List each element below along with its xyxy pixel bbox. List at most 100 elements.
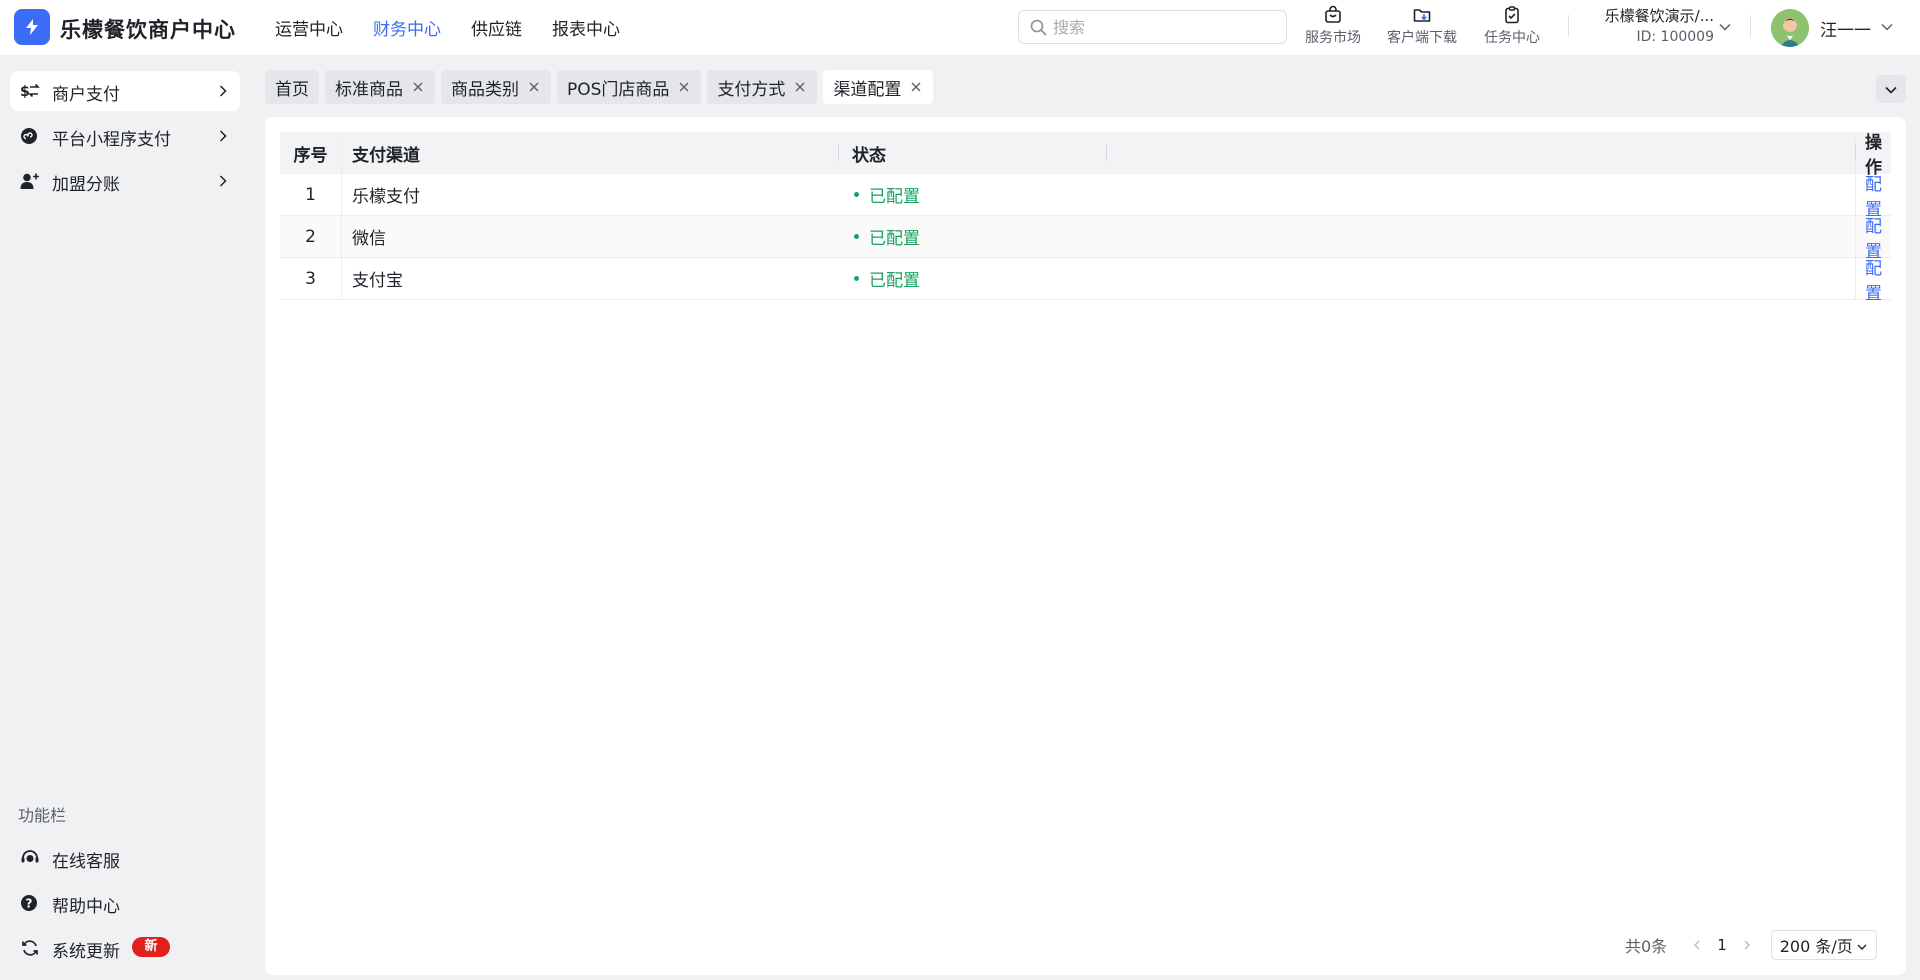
chevron-left-icon: [1694, 940, 1700, 950]
channel-table: 序号 支付渠道 状态 操作 1 乐檬支付 已配置 配置 2 微信 已配置 配置 …: [280, 132, 1891, 304]
chevron-right-icon: [219, 175, 227, 187]
status-badge: 已配置: [852, 174, 1082, 215]
cell-no: 2: [280, 216, 342, 257]
status-badge: 已配置: [852, 258, 1082, 299]
table-row: 1 乐檬支付 已配置 配置: [280, 174, 1891, 220]
tab-bar: 首页 标准商品 商品类别 POS门店商品 支付方式 渠道配置: [265, 70, 934, 104]
divider: [1568, 15, 1569, 37]
divider: [1750, 15, 1751, 37]
sidebar-item-miniprogram-payment[interactable]: 平台小程序支付: [10, 116, 240, 156]
tab-standard-products[interactable]: 标准商品: [325, 70, 435, 104]
col-header-no: 序号: [280, 132, 342, 174]
status-text: 已配置: [869, 271, 920, 291]
headset-icon: [21, 850, 39, 863]
task-center-label: 任务中心: [1484, 30, 1540, 46]
configure-link[interactable]: 配置: [1865, 216, 1891, 262]
sidebar-item-label: 帮助中心: [52, 897, 120, 917]
tab-label: POS门店商品: [567, 79, 670, 100]
tab-pos-store-products[interactable]: POS门店商品: [557, 70, 702, 104]
status-dot-icon: [854, 234, 859, 239]
page-size-select[interactable]: 200 条/页: [1770, 930, 1877, 960]
tab-product-categories[interactable]: 商品类别: [441, 70, 551, 104]
chevron-down-icon[interactable]: [1718, 20, 1732, 34]
sidebar-item-label: 加盟分账: [52, 175, 120, 195]
page-size-value: 200 条/页: [1779, 937, 1853, 956]
configure-link[interactable]: 配置: [1865, 174, 1891, 220]
sidebar-item-label: 在线客服: [52, 852, 120, 872]
svg-text:?: ?: [26, 897, 33, 911]
next-page-button[interactable]: [1737, 935, 1757, 955]
sidebar-item-merchant-payment[interactable]: $ 商户支付: [10, 71, 240, 111]
column-divider: [1106, 145, 1107, 161]
cell-channel: 乐檬支付: [352, 187, 420, 207]
status-badge: 已配置: [852, 216, 1082, 257]
add-user-icon: [20, 173, 39, 189]
tab-label: 标准商品: [335, 79, 403, 100]
sidebar-item-franchise-split[interactable]: 加盟分账: [10, 161, 240, 201]
task-center-button[interactable]: 任务中心: [1480, 5, 1544, 47]
status-text: 已配置: [869, 187, 920, 207]
search-input[interactable]: [1053, 13, 1278, 41]
chevron-right-icon: [219, 130, 227, 142]
sidebar-item-label: 商户支付: [52, 85, 120, 105]
avatar[interactable]: [1771, 9, 1809, 47]
chevron-down-icon[interactable]: [1880, 20, 1894, 34]
close-icon[interactable]: [909, 80, 923, 94]
table-row: 3 支付宝 已配置 配置: [280, 258, 1891, 304]
new-badge: 新: [132, 937, 170, 957]
status-text: 已配置: [869, 229, 920, 249]
store-switcher[interactable]: 乐檬餐饮演示/... ID: 100009: [1586, 5, 1714, 45]
pagination: 共0条 1 200 条/页: [1625, 930, 1877, 960]
content-panel: 序号 支付渠道 状态 操作 1 乐檬支付 已配置 配置 2 微信 已配置 配置 …: [265, 117, 1906, 975]
sidebar-item-online-service[interactable]: 在线客服: [10, 838, 240, 878]
column-divider: [1855, 145, 1856, 161]
close-icon[interactable]: [677, 80, 691, 94]
tab-payment-methods[interactable]: 支付方式: [707, 70, 818, 104]
cell-channel: 微信: [352, 229, 386, 249]
tab-label: 首页: [275, 79, 309, 100]
user-name[interactable]: 汪一一: [1820, 16, 1871, 41]
swap-currency-icon: $: [20, 83, 40, 100]
status-dot-icon: [854, 276, 859, 281]
client-download-label: 客户端下载: [1387, 30, 1457, 46]
page-number[interactable]: 1: [1717, 936, 1727, 954]
top-nav: 运营中心 财务中心 供应链 报表中心: [275, 15, 620, 40]
sidebar-item-help-center[interactable]: ? 帮助中心: [10, 883, 240, 923]
table-header: 序号 支付渠道 状态 操作: [280, 132, 1891, 178]
svg-text:$: $: [20, 84, 30, 100]
tabs-more-button[interactable]: [1876, 75, 1906, 103]
top-header: 乐檬餐饮商户中心 运营中心 财务中心 供应链 报表中心 服务市场 客户端下载 任…: [0, 0, 1920, 56]
sidebar: $ 商户支付 平台小程序支付 加盟分账 功能栏 在线客服 ? 帮助中心 系统更新…: [0, 57, 250, 980]
nav-operations[interactable]: 运营中心: [275, 15, 343, 40]
col-header-channel: 支付渠道: [352, 145, 420, 166]
brand-logo-icon[interactable]: [14, 9, 50, 45]
client-download-button[interactable]: 客户端下载: [1383, 5, 1461, 47]
service-market-button[interactable]: 服务市场: [1300, 5, 1366, 47]
search-icon: [1030, 19, 1047, 36]
close-icon[interactable]: [411, 80, 425, 94]
chevron-right-icon: [219, 85, 227, 97]
col-header-status: 状态: [852, 145, 886, 166]
nav-reports[interactable]: 报表中心: [552, 15, 620, 40]
cell-no: 3: [280, 258, 342, 299]
close-icon[interactable]: [793, 80, 807, 94]
close-icon[interactable]: [527, 80, 541, 94]
function-bar-title: 功能栏: [18, 806, 67, 825]
tab-home[interactable]: 首页: [265, 70, 319, 104]
prev-page-button[interactable]: [1687, 935, 1707, 955]
cell-no: 1: [280, 174, 342, 215]
sidebar-item-label: 平台小程序支付: [52, 130, 171, 150]
pagination-total: 共0条: [1625, 937, 1668, 956]
search-box: [1018, 10, 1287, 44]
tab-label: 商品类别: [451, 79, 519, 100]
store-id: ID: 100009: [1636, 29, 1714, 45]
column-divider: [838, 145, 839, 161]
configure-link[interactable]: 配置: [1865, 258, 1891, 304]
nav-supply-chain[interactable]: 供应链: [471, 15, 522, 40]
service-market-label: 服务市场: [1305, 30, 1361, 46]
sidebar-item-system-update[interactable]: 系统更新 新: [10, 928, 240, 968]
tab-channel-config[interactable]: 渠道配置: [823, 70, 934, 104]
brand-name: 乐檬餐饮商户中心: [60, 18, 236, 42]
nav-finance[interactable]: 财务中心: [373, 15, 441, 40]
refresh-icon: [22, 940, 38, 956]
